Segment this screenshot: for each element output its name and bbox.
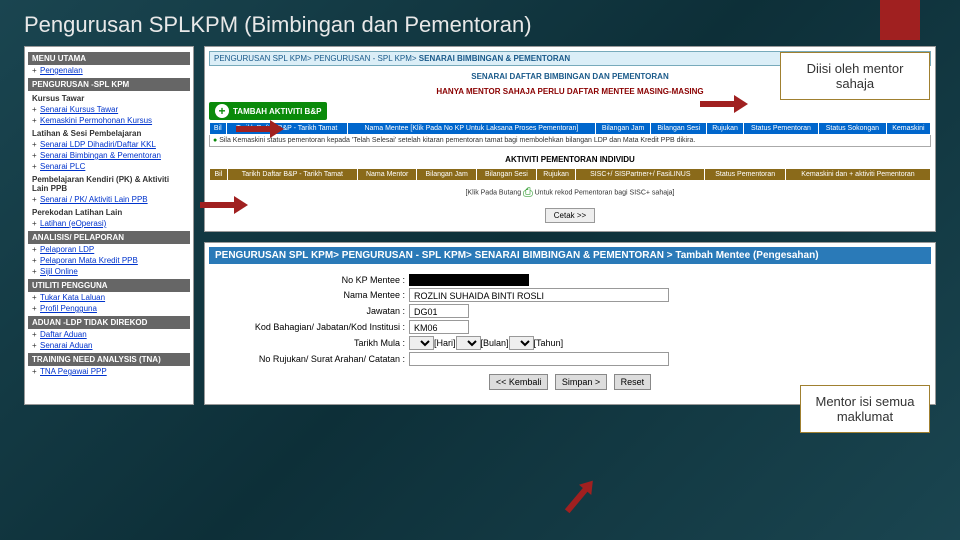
- col-header: Nama Mentor: [357, 169, 416, 181]
- section2-title: AKTIVITI PEMENTORAN INDIVIDU: [209, 147, 931, 168]
- col-header: Status Sokongan: [819, 123, 887, 135]
- menu-link[interactable]: Senarai Bimbingan & Pementoran: [28, 150, 190, 161]
- breadcrumb-path: PENGURUSAN SPL KPM> PENGURUSAN - SPL KPM…: [214, 54, 419, 63]
- page-title: Pengurusan SPLKPM (Bimbingan dan Pemento…: [0, 0, 960, 46]
- add-btn-label: TAMBAH AKTIVITI B&P: [233, 107, 321, 116]
- breadcrumb-current: SENARAI BIMBINGAN & PEMENTORAN: [419, 54, 570, 63]
- menu-link[interactable]: Pengenalan: [28, 65, 190, 76]
- nokp-value-redacted: [409, 274, 529, 286]
- plus-icon: +: [215, 104, 229, 118]
- lbl-jawatan: Jawatan :: [229, 306, 409, 316]
- menu-sub: Pembelajaran Kendiri (PK) & Aktiviti Lai…: [28, 172, 190, 194]
- menu-header: TRAINING NEED ANALYSIS (TNA): [28, 353, 190, 366]
- tahun-select[interactable]: [509, 336, 534, 350]
- col-header: Status Pementoran: [705, 169, 786, 181]
- col-header: Kemaskini dan + aktiviti Pementoran: [786, 169, 931, 181]
- table-mentee: BilTarikh Daftar B&P - Tarikh TamatNama …: [209, 122, 931, 147]
- menu-link[interactable]: Pelaporan Mata Kredit PPB: [28, 255, 190, 266]
- kembali-button[interactable]: << Kembali: [489, 374, 549, 390]
- col-header: Kemaskini: [886, 123, 930, 135]
- col-header: Bilangan Jam: [417, 169, 476, 181]
- breadcrumb-2: PENGURUSAN SPL KPM> PENGURUSAN - SPL KPM…: [209, 247, 931, 264]
- breadcrumb2-path: PENGURUSAN SPL KPM> PENGURUSAN - SPL KPM…: [215, 250, 675, 261]
- menu-header: UTILITI PENGGUNA: [28, 279, 190, 292]
- menu-link[interactable]: Senarai PLC: [28, 161, 190, 172]
- menu-link[interactable]: Pelaporan LDP: [28, 244, 190, 255]
- col-header: Rujukan: [536, 169, 575, 181]
- arrow-icon-4: [561, 476, 599, 517]
- menu-header: ADUAN -LDP TIDAK DIREKOD: [28, 316, 190, 329]
- breadcrumb2-current: Tambah Mentee (Pengesahan): [675, 250, 818, 261]
- callout-2: Mentor isi semua maklumat: [800, 385, 930, 433]
- menu-link[interactable]: TNA Pegawai PPP: [28, 366, 190, 377]
- kod-input[interactable]: KM06: [409, 320, 469, 334]
- col-header: Rujukan: [707, 123, 744, 135]
- menu-link[interactable]: Profil Pengguna: [28, 303, 190, 314]
- menu-link[interactable]: Daftar Aduan: [28, 329, 190, 340]
- arrow-icon-2: [236, 120, 284, 138]
- panel-tambah-mentee: PENGURUSAN SPL KPM> PENGURUSAN - SPL KPM…: [204, 242, 936, 405]
- klik-note: [Klik Pada Butang ⎙ Untuk rekod Pementor…: [209, 181, 931, 204]
- menu-link[interactable]: Senarai Kursus Tawar: [28, 104, 190, 115]
- col-header: Bil: [210, 123, 227, 135]
- menu-header: MENU UTAMA: [28, 52, 190, 65]
- reset-button[interactable]: Reset: [614, 374, 652, 390]
- lbl-nokp: No KP Mentee :: [229, 275, 409, 285]
- col-header: Bilangan Sesi: [651, 123, 707, 135]
- menu-link[interactable]: Kemaskini Permohonan Kursus: [28, 115, 190, 126]
- menu-link[interactable]: Senarai Aduan: [28, 340, 190, 351]
- menu-header: PENGURUSAN -SPL KPM: [28, 78, 190, 91]
- col-header: Bilangan Jam: [595, 123, 650, 135]
- tambah-aktiviti-button[interactable]: + TAMBAH AKTIVITI B&P: [209, 102, 327, 120]
- menu-sub: Perekodan Latihan Lain: [28, 205, 190, 218]
- arrow-icon-3: [700, 95, 748, 113]
- col-header: SISC+/ SISPartner+/ FasiLINUS: [576, 169, 705, 181]
- menu-link[interactable]: Tukar Kata Laluan: [28, 292, 190, 303]
- menu-link[interactable]: Senarai LDP Dihadiri/Daftar KKL: [28, 139, 190, 150]
- simpan-button[interactable]: Simpan >: [555, 374, 607, 390]
- nama-input[interactable]: ROZLIN SUHAIDA BINTI ROSLI: [409, 288, 669, 302]
- menu-link[interactable]: Sijil Online: [28, 266, 190, 277]
- accent-bar: [880, 0, 920, 40]
- menu-link[interactable]: Senarai / PK/ Aktiviti Lain PPB: [28, 194, 190, 205]
- lbl-rujukan: No Rujukan/ Surat Arahan/ Catatan :: [229, 354, 409, 364]
- lbl-tarikh: Tarikh Mula :: [229, 338, 409, 348]
- col-header: Bilangan Sesi: [476, 169, 536, 181]
- hari-select[interactable]: [409, 336, 434, 350]
- table-note: ● Sila Kemaskini status pementoran kepad…: [210, 135, 931, 147]
- arrow-icon-1: [200, 196, 248, 214]
- lbl-nama: Nama Mentee :: [229, 290, 409, 300]
- cetak-button[interactable]: Cetak >>: [545, 208, 595, 223]
- bulan-select[interactable]: [456, 336, 481, 350]
- sidebar: MENU UTAMAPengenalanPENGURUSAN -SPL KPMK…: [24, 46, 194, 405]
- rujukan-input[interactable]: [409, 352, 669, 366]
- jawatan-input[interactable]: DG01: [409, 304, 469, 318]
- table-mentor: BilTarikh Daftar B&P - Tarikh TamatNama …: [209, 168, 931, 181]
- menu-sub: Latihan & Sesi Pembelajaran: [28, 126, 190, 139]
- col-header: Nama Mentee [Klik Pada No KP Untuk Laksa…: [347, 123, 595, 135]
- lbl-kod: Kod Bahagian/ Jabatan/Kod Institusi :: [229, 322, 409, 332]
- col-header: Status Pementoran: [743, 123, 818, 135]
- menu-link[interactable]: Latihan (eOperasi): [28, 218, 190, 229]
- menu-header: ANALISIS/ PELAPORAN: [28, 231, 190, 244]
- menu-sub: Kursus Tawar: [28, 91, 190, 104]
- col-header: Bil: [210, 169, 228, 181]
- callout-1: Diisi oleh mentor sahaja: [780, 52, 930, 100]
- col-header: Tarikh Daftar B&P - Tarikh Tamat: [227, 169, 357, 181]
- form-mentee: No KP Mentee : Nama Mentee :ROZLIN SUHAI…: [209, 264, 931, 400]
- add-record-icon: ⎙: [523, 185, 533, 199]
